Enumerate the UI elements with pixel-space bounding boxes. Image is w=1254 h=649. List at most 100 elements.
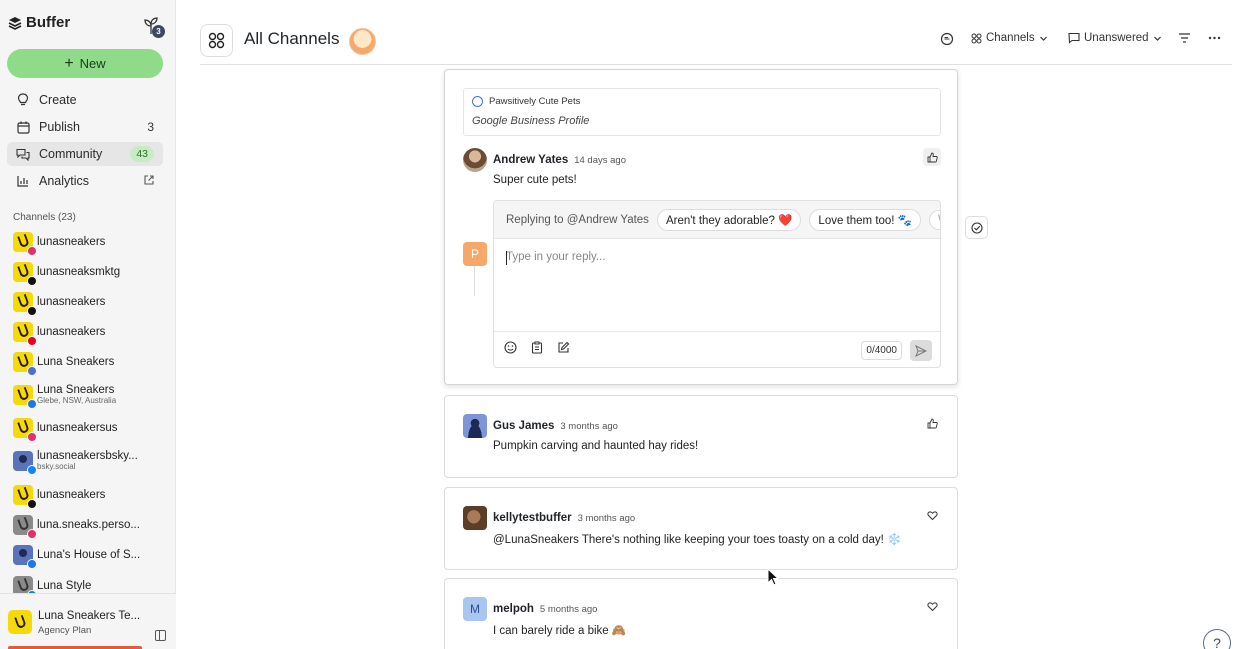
channel-item[interactable]: lunasneakers bbox=[13, 232, 163, 256]
comment-header: kellytestbuffer 3 months ago bbox=[463, 506, 635, 530]
channel-name: lunasneaksmktg bbox=[37, 265, 121, 278]
post-source[interactable]: Pawsitively Cute Pets Google Business Pr… bbox=[463, 88, 941, 136]
author-avatar bbox=[463, 148, 487, 172]
main-content: All Channels Channels Unanswered Pawsiti… bbox=[176, 0, 1254, 649]
channel-item[interactable]: lunasneakers bbox=[13, 292, 163, 316]
organization-switcher[interactable]: Luna Sneakers Te... Agency Plan bbox=[0, 593, 176, 649]
like-button[interactable] bbox=[923, 414, 941, 432]
more-horizontal-icon bbox=[1208, 36, 1221, 40]
comment-text: Super cute pets! bbox=[493, 174, 577, 186]
channel-subtitle: Glebe, NSW, Australia bbox=[37, 395, 117, 405]
threads-icon bbox=[27, 499, 37, 509]
author-name[interactable]: melpoh bbox=[493, 603, 534, 615]
channel-item[interactable]: lunasneakers bbox=[13, 485, 163, 509]
channels-section-label: Channels (23) bbox=[13, 212, 76, 223]
google-business-icon bbox=[472, 96, 483, 107]
channel-avatar bbox=[13, 262, 37, 286]
channel-item[interactable]: Luna Sneakers Glebe, NSW, Australia bbox=[13, 384, 163, 409]
comment-card-active[interactable]: Pawsitively Cute Pets Google Business Pr… bbox=[444, 69, 958, 385]
channel-subtitle: bsky.social bbox=[37, 461, 76, 471]
mark-resolved-button[interactable] bbox=[965, 216, 988, 239]
all-channels-icon[interactable] bbox=[200, 24, 233, 57]
channel-item[interactable]: Luna Sneakers bbox=[13, 352, 163, 376]
message-square-icon bbox=[1068, 32, 1080, 44]
chat-bubbles-icon bbox=[16, 147, 30, 161]
new-button[interactable]: + New bbox=[7, 49, 163, 78]
channel-name: Luna Sneakers bbox=[37, 355, 115, 368]
channel-item[interactable]: lunasneaksmktg bbox=[13, 262, 163, 286]
sort-filter-button[interactable] bbox=[1178, 32, 1191, 44]
suggestion-chip[interactable]: Wh bbox=[929, 209, 940, 230]
collapse-sidebar-icon[interactable] bbox=[155, 630, 166, 641]
nav-item-analytics-label: Analytics bbox=[39, 174, 90, 188]
author-name[interactable]: kellytestbuffer bbox=[493, 512, 572, 524]
character-counter: 0/4000 bbox=[861, 341, 902, 360]
channel-name: luna.sneaks.perso... bbox=[37, 518, 140, 531]
reply-suggestions-bar: Replying to @Andrew Yates Aren't they ad… bbox=[494, 201, 940, 238]
comment-card[interactable]: kellytestbuffer 3 months ago @LunaSneake… bbox=[444, 487, 958, 570]
reply-composer: Replying to @Andrew Yates Aren't they ad… bbox=[493, 200, 941, 368]
lightbulb-icon bbox=[16, 93, 30, 107]
channel-avatar bbox=[13, 418, 37, 442]
channel-name: lunasneakers bbox=[37, 325, 106, 338]
nav-item-community[interactable]: Community 43 bbox=[7, 142, 163, 166]
comment-header: M melpoh 5 months ago bbox=[463, 597, 597, 621]
edit-icon[interactable] bbox=[557, 341, 570, 359]
google-business-icon bbox=[27, 366, 37, 376]
author-name[interactable]: Andrew Yates bbox=[493, 154, 568, 166]
instagram-icon bbox=[27, 432, 37, 442]
channel-avatar bbox=[13, 232, 37, 256]
publish-count: 3 bbox=[147, 120, 154, 134]
comment-card[interactable]: Gus James 3 months ago Pumpkin carving a… bbox=[444, 395, 958, 478]
channel-name: lunasneakers bbox=[37, 235, 106, 248]
author-name[interactable]: Gus James bbox=[493, 420, 554, 432]
bluesky-icon bbox=[27, 464, 37, 475]
reply-toolbar: 0/4000 bbox=[494, 331, 940, 367]
emoji-icon[interactable] bbox=[504, 341, 517, 359]
help-button[interactable]: ? bbox=[1203, 629, 1231, 649]
facebook-icon bbox=[27, 559, 37, 569]
like-button[interactable] bbox=[923, 597, 941, 615]
channel-item[interactable]: luna.sneaks.perso... bbox=[13, 515, 163, 539]
channels-filter-dropdown[interactable]: Channels bbox=[971, 32, 1048, 44]
post-source-name: Pawsitively Cute Pets bbox=[489, 96, 581, 107]
status-filter-dropdown[interactable]: Unanswered bbox=[1068, 32, 1162, 44]
community-count-badge: 43 bbox=[130, 146, 154, 162]
reply-input[interactable]: Type in your reply... bbox=[494, 238, 940, 331]
plant-notifications-button[interactable]: 3 bbox=[140, 14, 165, 38]
status-filter-label: Unanswered bbox=[1084, 32, 1149, 44]
send-button[interactable] bbox=[910, 340, 932, 361]
sidebar: Buffer 3 + New Create Publish 3 Communit… bbox=[0, 0, 176, 649]
channel-item[interactable]: lunasneakersbsky... bsky.social bbox=[13, 450, 163, 475]
like-button[interactable] bbox=[923, 506, 941, 524]
suggestion-chip[interactable]: Love them too! 🐾 bbox=[809, 208, 922, 231]
channel-avatar bbox=[13, 545, 37, 569]
header-avatar bbox=[349, 28, 376, 55]
clipboard-icon[interactable] bbox=[531, 341, 543, 359]
like-button[interactable] bbox=[923, 148, 941, 166]
comment-text: I can barely ride a bike 🙈 bbox=[493, 625, 627, 637]
comment-time: 14 days ago bbox=[574, 154, 626, 166]
send-icon bbox=[915, 344, 927, 357]
channel-item[interactable]: Luna's House of S... bbox=[13, 545, 163, 569]
channels-filter-label: Channels bbox=[986, 32, 1035, 44]
more-options-button[interactable] bbox=[1208, 32, 1221, 44]
heart-icon bbox=[926, 510, 938, 520]
pinterest-icon bbox=[27, 336, 37, 346]
channel-avatar bbox=[13, 384, 37, 409]
plus-icon: + bbox=[64, 54, 74, 72]
suggestion-chip[interactable]: Aren't they adorable? ❤️ bbox=[656, 208, 802, 231]
chat-bubble-button[interactable] bbox=[940, 32, 954, 46]
comment-text: @LunaSneakers There's nothing like keepi… bbox=[493, 534, 902, 546]
buffer-logo-icon bbox=[8, 16, 22, 30]
nav-item-create[interactable]: Create bbox=[7, 88, 163, 112]
channel-name: lunasneakers bbox=[37, 488, 106, 501]
nav-item-publish[interactable]: Publish 3 bbox=[7, 115, 163, 139]
nav-item-analytics[interactable]: Analytics bbox=[7, 169, 163, 193]
comment-card[interactable]: M melpoh 5 months ago I can barely ride … bbox=[444, 578, 958, 649]
channel-item[interactable]: lunasneakers bbox=[13, 322, 163, 346]
thumbs-up-icon bbox=[927, 152, 938, 162]
channel-item[interactable]: lunasneakersus bbox=[13, 418, 163, 442]
buffer-logo[interactable]: Buffer bbox=[8, 14, 70, 31]
comment-text: Pumpkin carving and haunted hay rides! bbox=[493, 440, 699, 452]
